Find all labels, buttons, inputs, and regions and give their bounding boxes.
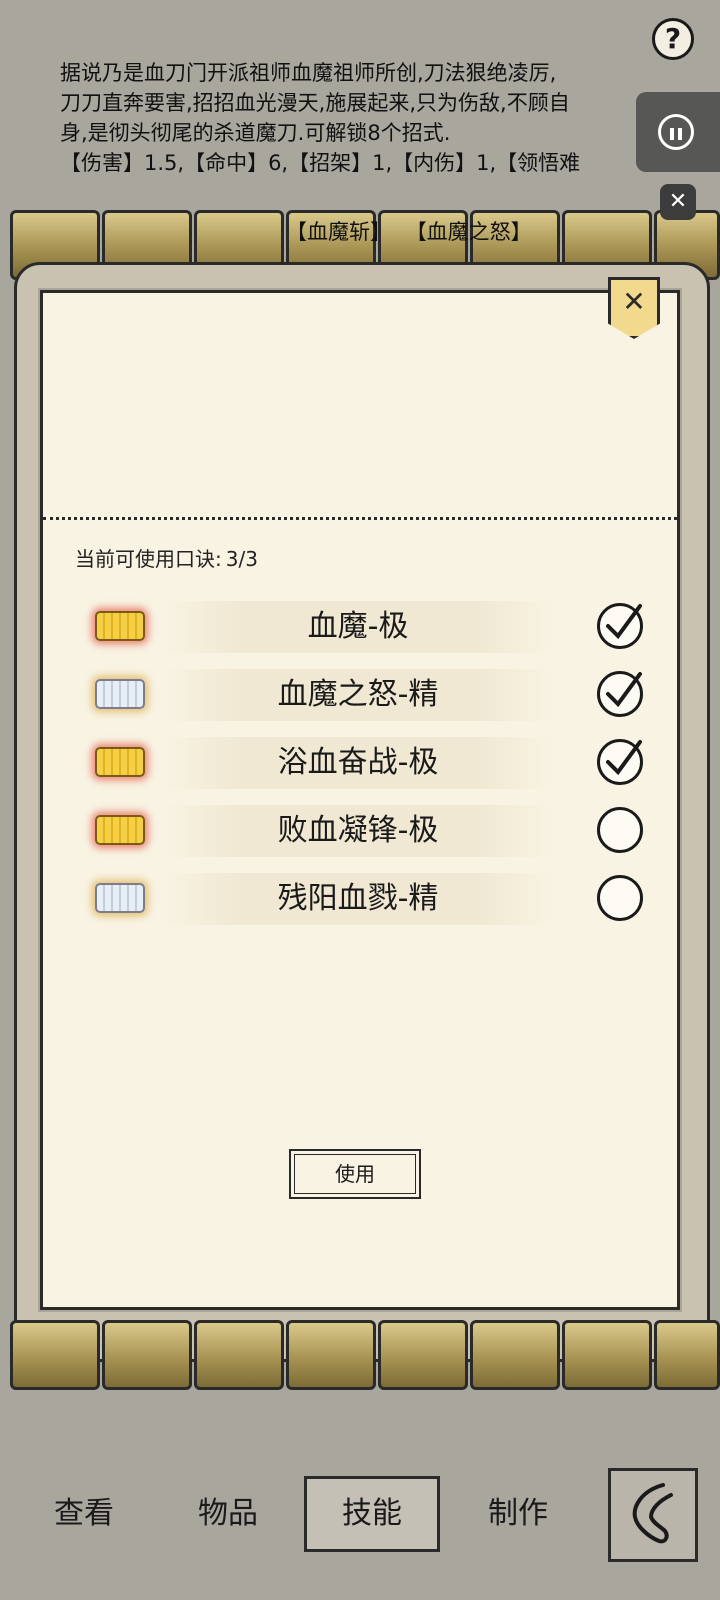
checkbox-unchecked[interactable] <box>597 807 643 853</box>
checkmark-icon <box>606 740 642 776</box>
help-icon[interactable]: ? <box>652 18 694 60</box>
pause-icon <box>658 114 694 150</box>
quota-value: 3/3 <box>225 547 258 571</box>
silver-badge-icon <box>95 679 145 709</box>
checkbox-checked[interactable] <box>597 603 643 649</box>
checkmark-icon <box>606 604 642 640</box>
description-line: 刀刀直奔要害,招招血光漫天,施展起来,只为伤敌,不顾自 <box>60 91 570 115</box>
move-tags: 【血魔斩】 【血魔之怒】 <box>286 216 540 246</box>
skill-row[interactable]: 血魔之怒-精 <box>43 667 683 723</box>
move-tag: 【血魔斩】 <box>286 220 391 244</box>
silver-badge-icon <box>95 883 145 913</box>
nav-item-items[interactable]: 物品 <box>198 1488 258 1532</box>
scroll-rod-bottom <box>10 1320 720 1390</box>
back-button[interactable] <box>608 1468 698 1562</box>
checkmark-icon <box>606 672 642 708</box>
gold-badge-icon <box>95 815 145 845</box>
description-line: 【伤害】1.5,【命中】6,【招架】1,【内伤】1,【领悟难 <box>60 151 581 175</box>
bottom-nav: 查看 物品 技能 制作 <box>0 1440 720 1600</box>
description-line: 据说乃是血刀门开派祖师血魔祖师所创,刀法狠绝凌厉, <box>60 61 557 85</box>
move-tag: 【血魔之怒】 <box>405 220 532 244</box>
quota-label: 当前可使用口诀: <box>75 547 222 571</box>
close-overlay-button[interactable]: ✕ <box>660 184 696 220</box>
skill-name: 残阳血戮-精 <box>277 881 439 916</box>
skill-row[interactable]: 败血凝锋-极 <box>43 803 683 859</box>
skill-name: 血魔-极 <box>307 609 409 644</box>
checkbox-checked[interactable] <box>597 671 643 717</box>
divider <box>43 517 677 520</box>
use-button[interactable]: 使用 <box>289 1149 421 1199</box>
nav-item-craft[interactable]: 制作 <box>488 1488 548 1532</box>
skill-row[interactable]: 浴血奋战-极 <box>43 735 683 791</box>
skill-description: 据说乃是血刀门开派祖师血魔祖师所创,刀法狠绝凌厉, 刀刀直奔要害,招招血光漫天,… <box>60 58 660 178</box>
back-icon <box>632 1483 673 1544</box>
nav-item-skills[interactable]: 技能 <box>304 1476 440 1552</box>
skill-name: 血魔之怒-精 <box>277 677 439 712</box>
nav-item-view[interactable]: 查看 <box>54 1488 114 1532</box>
gold-badge-icon <box>95 611 145 641</box>
mnemonic-dialog: 当前可使用口诀:3/3 血魔-极 血魔之怒-精 浴血奋战-极 败血凝锋-极 残 <box>40 290 680 1310</box>
skill-row[interactable]: 残阳血戮-精 <box>43 871 683 927</box>
gold-badge-icon <box>95 747 145 777</box>
pause-button[interactable] <box>636 92 720 172</box>
skill-row[interactable]: 血魔-极 <box>43 599 683 655</box>
skill-name: 败血凝锋-极 <box>277 813 439 848</box>
quota-text: 当前可使用口诀: 3/3 <box>75 543 258 572</box>
checkbox-checked[interactable] <box>597 739 643 785</box>
skill-name: 浴血奋战-极 <box>277 745 439 780</box>
checkbox-unchecked[interactable] <box>597 875 643 921</box>
description-line: 身,是彻头彻尾的杀道魔刀.可解锁8个招式. <box>60 121 451 145</box>
